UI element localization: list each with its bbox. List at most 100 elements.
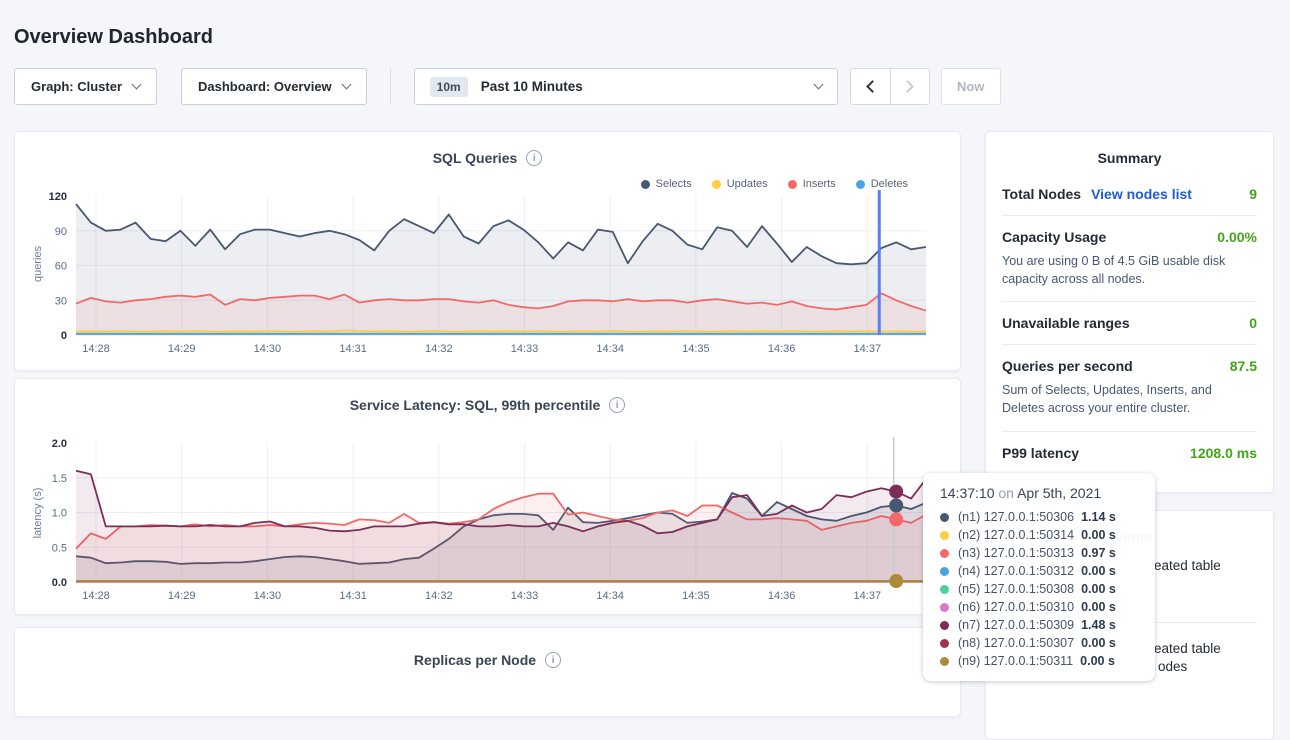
capacity-usage-value: 0.00% [1217,229,1257,245]
y-axis-tick-label: 30 [55,295,67,307]
qps-description: Sum of Selects, Updates, Inserts, and De… [1002,381,1257,417]
p99-latency-value: 1208.0 ms [1190,445,1257,461]
tooltip-node-label: (n7) 127.0.0.1:50309 [958,618,1074,632]
charts-column: SQL Queries i SelectsUpdatesInsertsDelet… [14,131,961,717]
y-axis-tick-label: 1.0 [52,508,67,520]
tooltip-node-value: 0.00 s [1081,600,1116,614]
summary-row-unavailable: Unavailable ranges 0 [1002,302,1257,345]
latency-card: Service Latency: SQL, 99th percentile i … [14,378,961,615]
x-axis-tick-label: 14:33 [511,343,539,355]
x-axis-tick-label: 14:36 [768,343,796,355]
tooltip-timestamp: 14:37:10 on Apr 5th, 2021 [940,485,1143,501]
summary-row-total-nodes: Total Nodes View nodes list 9 [1002,173,1257,216]
y-axis-tick-label: 60 [55,261,67,273]
summary-title: Summary [1002,132,1257,173]
tooltip-row: (n4) 127.0.0.1:503120.00 s [940,562,1143,580]
p99-latency-label: P99 latency [1002,445,1079,461]
x-axis-tick-label: 14:35 [682,343,710,355]
tooltip-node-label: (n1) 127.0.0.1:50306 [958,510,1074,524]
hover-point-dot [889,574,903,588]
x-axis-tick-label: 14:34 [596,590,624,602]
tooltip-node-value: 0.97 s [1081,546,1116,560]
time-prev-button[interactable] [850,68,890,105]
graph-dropdown[interactable]: Graph: Cluster [14,68,157,105]
series-dot-icon [940,639,949,648]
graph-dropdown-label: Graph: Cluster [31,79,122,94]
y-axis-tick-label: 120 [49,191,67,203]
now-button[interactable]: Now [941,68,1001,105]
chart-hover-tooltip: 14:37:10 on Apr 5th, 2021 (n1) 127.0.0.1… [923,473,1155,681]
time-next-button[interactable] [890,68,930,105]
sql-queries-chart[interactable]: 14:2814:2914:3014:3114:3214:3314:3414:35… [15,188,962,366]
y-axis-tick-label: 90 [55,226,67,238]
series-dot-icon [940,657,949,666]
qps-value: 87.5 [1230,358,1257,374]
summary-row-p99: P99 latency 1208.0 ms [1002,432,1257,474]
sql-queries-title-row: SQL Queries i [15,150,960,166]
tooltip-node-label: (n8) 127.0.0.1:50307 [958,636,1074,650]
x-axis-tick-label: 14:37 [854,343,882,355]
latency-title-row: Service Latency: SQL, 99th percentile i [15,397,960,413]
x-axis-tick-label: 14:31 [339,590,367,602]
tooltip-row: (n6) 127.0.0.1:50310 0.00 s [940,598,1143,616]
chevron-down-icon [132,80,142,90]
tooltip-node-label: (n9) 127.0.0.1:50311 [958,654,1073,668]
latency-title: Service Latency: SQL, 99th percentile [350,397,601,413]
y-axis-tick-label: 1.5 [52,473,67,485]
x-axis-tick-label: 14:37 [854,590,882,602]
y-axis-tick-label: 0.5 [52,542,67,554]
x-axis-tick-label: 14:28 [82,343,110,355]
x-axis-tick-label: 14:30 [254,343,282,355]
series-dot-icon [940,531,949,540]
capacity-usage-description: You are using 0 B of 4.5 GiB usable disk… [1002,252,1257,288]
chevron-right-icon [901,80,914,93]
latency-chart[interactable]: 14:2814:2914:3014:3114:3214:3314:3414:35… [15,435,962,613]
series-dot-icon [940,549,949,558]
x-axis-tick-label: 14:28 [82,590,110,602]
tooltip-node-label: (n5) 127.0.0.1:50308 [958,582,1074,596]
page-title: Overview Dashboard [14,26,213,49]
x-axis-tick-label: 14:31 [339,343,367,355]
hover-point-dot [889,499,903,513]
x-axis-tick-label: 14:33 [511,590,539,602]
controls-bar: Graph: Cluster Dashboard: Overview 10m P… [14,68,1001,105]
tooltip-node-label: (n6) 127.0.0.1:50310 [958,600,1074,614]
tooltip-node-label: (n4) 127.0.0.1:50312 [958,564,1074,578]
tooltip-row: (n3) 127.0.0.1:503130.97 s [940,544,1143,562]
tooltip-row: (n5) 127.0.0.1:503080.00 s [940,580,1143,598]
x-axis-tick-label: 14:36 [768,590,796,602]
sql-queries-title: SQL Queries [433,150,518,166]
replicas-title: Replicas per Node [414,652,536,668]
chevron-left-icon [866,80,879,93]
view-nodes-list-link[interactable]: View nodes list [1091,186,1192,202]
replicas-card: Replicas per Node i [14,627,961,717]
event-item-text: eated table [1154,558,1221,573]
time-range-badge: 10m [430,77,468,97]
tooltip-node-label: (n2) 127.0.0.1:50314 [958,528,1074,542]
tooltip-rows: (n1) 127.0.0.1:50306 1.14 s (n2) 127.0.0.1… [940,508,1143,670]
info-icon[interactable]: i [609,397,625,413]
tooltip-row: (n1) 127.0.0.1:50306 1.14 s [940,508,1143,526]
x-axis-tick-label: 14:29 [168,590,196,602]
tooltip-node-value: 1.14 s [1081,510,1116,524]
total-nodes-value: 9 [1249,186,1257,202]
unavailable-ranges-label: Unavailable ranges [1002,315,1130,331]
tooltip-on: on [998,485,1014,501]
time-nav-group [850,68,930,105]
hover-point-dot [889,512,903,526]
time-range-dropdown[interactable]: 10m Past 10 Minutes [414,68,838,105]
capacity-usage-label: Capacity Usage [1002,229,1106,245]
chevron-down-icon [341,80,351,90]
dashboard-dropdown[interactable]: Dashboard: Overview [181,68,367,105]
total-nodes-label: Total Nodes [1002,186,1081,202]
tooltip-row: (n2) 127.0.0.1:503140.00 s [940,526,1143,544]
time-range-label: Past 10 Minutes [481,79,583,94]
controls-divider [390,68,391,105]
info-icon[interactable]: i [526,150,542,166]
dashboard-dropdown-label: Dashboard: Overview [198,79,332,94]
series-dot-icon [940,603,949,612]
tooltip-node-value: 0.00 s [1081,636,1116,650]
info-icon[interactable]: i [545,652,561,668]
x-axis-tick-label: 14:29 [168,343,196,355]
x-axis-tick-label: 14:35 [682,590,710,602]
